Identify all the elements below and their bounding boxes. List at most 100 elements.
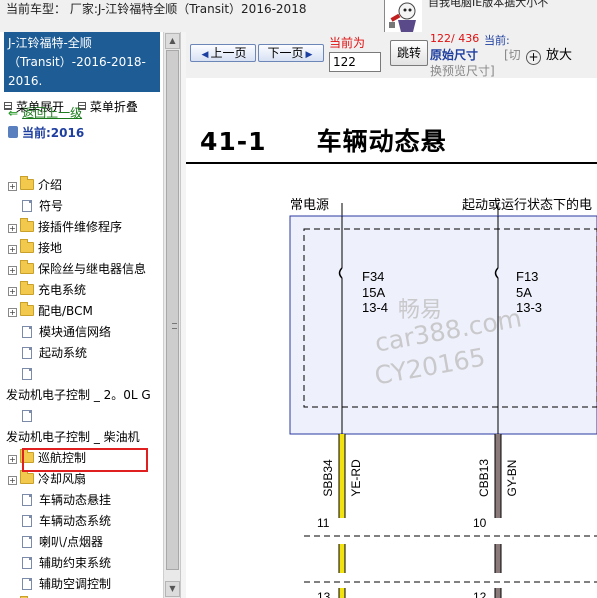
prev-page-label: 上一页: [210, 46, 247, 60]
folder-icon: [20, 218, 34, 232]
tree-item[interactable]: 辅助空调控制: [22, 575, 111, 593]
wire2-circuit: CBB13: [477, 459, 491, 497]
tree-item[interactable]: + 冷却风扇: [8, 470, 86, 488]
back-arrow-icon: ⇐: [8, 106, 19, 120]
tree-item[interactable]: [22, 365, 39, 383]
section-name: 车辆动态悬: [316, 127, 447, 156]
tree-item-label: 冷却风扇: [38, 472, 87, 486]
tree-item[interactable]: 模块通信网络: [22, 323, 111, 341]
sidebar-scrollbar[interactable]: ▲ ▼: [163, 32, 180, 598]
tree-item-label: 发动机电子控制 _ 柴油机: [6, 430, 140, 444]
tree-item[interactable]: + 接插件维修程序: [8, 218, 122, 236]
tree-item[interactable]: + 充电系统: [8, 281, 86, 299]
app-window: 当前车型： 厂家:J-江铃福特全顺（Transit）2016-2018 自我电脑…: [0, 0, 597, 598]
expand-node-icon[interactable]: +: [8, 182, 17, 191]
tree-item[interactable]: 车辆动态悬挂: [22, 491, 111, 509]
folder-icon: [20, 176, 34, 190]
document-icon: [22, 494, 32, 506]
tree-item-label: 保险丝与继电器信息: [38, 262, 147, 276]
switch-preview-label-1: [切: [504, 48, 521, 62]
tree-item[interactable]: 发动机电子控制 _ 柴油机: [6, 428, 140, 446]
top-strip: 当前车型： 厂家:J-江铃福特全顺（Transit）2016-2018 自我电脑…: [0, 0, 597, 32]
tree-item-label: 接插件维修程序: [38, 220, 123, 234]
collapse-all-button[interactable]: 菜单折叠: [77, 100, 138, 114]
document-icon: [22, 200, 32, 212]
database-icon: [8, 126, 18, 138]
tree-item[interactable]: [22, 407, 39, 425]
tree-item[interactable]: 符号: [22, 197, 63, 215]
tree-item[interactable]: 发动机电子控制 _ 2。0L G: [6, 386, 151, 404]
zoom-in-icon: +: [526, 50, 541, 65]
switch-preview-label-2: 换预览尺寸]: [430, 64, 495, 78]
tree-item-label: 配电/BCM: [38, 304, 93, 318]
tree-item[interactable]: + 接地: [8, 239, 62, 257]
expand-node-icon[interactable]: +: [8, 287, 17, 296]
tree-item[interactable]: 起动系统: [22, 344, 87, 362]
document-icon: [22, 557, 32, 569]
zoom-in-button[interactable]: + 放大: [526, 44, 572, 65]
folder-icon: [20, 302, 34, 316]
tree-item-label: 接地: [38, 241, 63, 255]
wire2-pin: 10: [473, 516, 487, 530]
wire1-pin: 11: [317, 516, 330, 530]
tree-item-label: 模块通信网络: [39, 325, 112, 339]
wire1-circuit: SBB34: [321, 459, 335, 497]
scroll-thumb[interactable]: [166, 50, 179, 570]
title-rule: [186, 162, 597, 164]
document-icon: [22, 326, 32, 338]
current-year: 当前:2016: [8, 124, 84, 142]
tree-item-label: 车辆动态悬挂: [39, 493, 112, 507]
folder-icon: [20, 281, 34, 295]
expand-node-icon[interactable]: +: [8, 245, 17, 254]
current-year-label: 当前:2016: [22, 126, 85, 140]
tree-item[interactable]: 辅助约束系统: [22, 554, 111, 572]
tree-item[interactable]: + 介绍: [8, 176, 62, 194]
collapse-all-label: 菜单折叠: [89, 100, 138, 114]
scroll-up-icon[interactable]: ▲: [165, 33, 180, 49]
expand-node-icon[interactable]: +: [8, 308, 17, 317]
section-number: 41-1: [200, 127, 267, 156]
tree-item[interactable]: + 保险丝与继电器信息: [8, 260, 146, 278]
back-link[interactable]: ⇐ 返回上一级: [8, 104, 82, 122]
arrow-right-icon: ▶: [305, 50, 313, 60]
fuse2-rating: 5A: [516, 285, 532, 300]
tree-item-label: 喇叭/点烟器: [39, 535, 104, 549]
next-page-label: 下一页: [267, 46, 304, 60]
document-icon: [22, 410, 32, 422]
tree-item[interactable]: 喇叭/点烟器: [22, 533, 103, 551]
run-start-label: 起动或运行状态下的电: [462, 197, 592, 213]
fuse1-ref: 13-4: [362, 300, 388, 315]
folder-icon: [20, 260, 34, 274]
fuse2-name: F13: [516, 269, 538, 284]
wiring-diagram: 常电源 起动或运行状态下的电 F34 15A 13-4 F13 5A 13-3 …: [289, 197, 597, 598]
tree-item[interactable]: + 配电/BCM: [8, 302, 93, 320]
tree-item-label: 辅助约束系统: [39, 556, 112, 570]
prev-page-button[interactable]: ◀ 上一页: [190, 44, 256, 62]
next-page-button[interactable]: 下一页 ▶: [258, 44, 324, 62]
expand-node-icon[interactable]: +: [8, 266, 17, 275]
scroll-down-icon[interactable]: ▼: [165, 581, 180, 597]
expand-node-icon[interactable]: +: [8, 455, 17, 464]
current-page-label: 当前为: [329, 36, 366, 50]
page-number-input[interactable]: [329, 52, 381, 72]
original-size-button[interactable]: 原始尺寸: [430, 46, 478, 63]
folder-icon: [20, 470, 34, 484]
expand-node-icon[interactable]: +: [8, 476, 17, 485]
tree-item-label: 辅助空调控制: [39, 577, 112, 591]
tree-item[interactable]: 车辆动态系统: [22, 512, 111, 530]
grip-icon: [172, 323, 177, 329]
wire2-next-pin: 12: [473, 590, 487, 598]
tree-item-label: 介绍: [38, 178, 63, 192]
wire2-color: GY-BN: [505, 460, 519, 497]
jump-button[interactable]: 跳转: [390, 40, 428, 66]
document-viewer[interactable]: 41-1 车辆动态悬 常电源 起动或运行状态下的电 F34 15A 13-4 F1…: [186, 78, 597, 598]
document-icon: [22, 578, 32, 590]
document-icon: [22, 536, 32, 548]
wire1-color: YE-RD: [349, 459, 363, 497]
back-label: 返回上一级: [22, 106, 83, 120]
section-title: 41-1 车辆动态悬: [200, 122, 447, 158]
model-title: J-江铃福特-全顺（Transit）-2016-2018- 2016.: [4, 32, 160, 92]
expand-node-icon[interactable]: +: [8, 224, 17, 233]
tree-item-label: 充电系统: [38, 283, 87, 297]
arrow-left-icon: ◀: [201, 50, 209, 60]
